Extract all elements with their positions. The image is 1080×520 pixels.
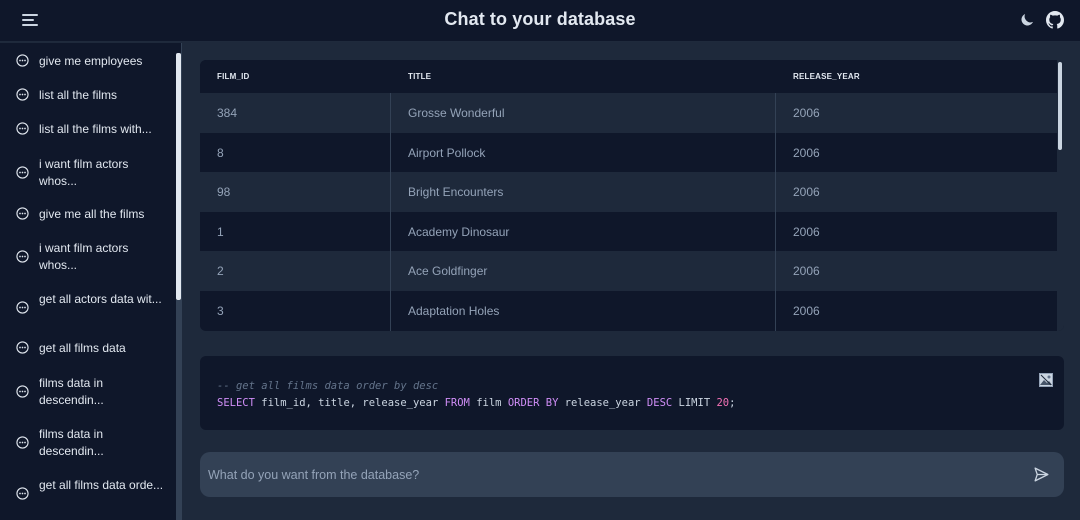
table-header: FILM_ID TITLE RELEASE_YEAR bbox=[200, 60, 1057, 93]
chat-bubble-icon bbox=[16, 301, 29, 314]
sql-limit-keyword: LIMIT bbox=[672, 397, 717, 409]
cell-film-id: 1 bbox=[217, 224, 224, 239]
column-divider bbox=[775, 93, 776, 331]
column-header-film-id[interactable]: FILM_ID bbox=[217, 72, 250, 81]
chat-bubble-icon bbox=[16, 436, 29, 449]
sql-table: film bbox=[469, 397, 508, 409]
chat-bubble-icon bbox=[16, 341, 29, 354]
chat-history-item[interactable]: i want film actors whos... bbox=[0, 155, 170, 196]
chat-history-item[interactable]: films data in descendin... bbox=[0, 374, 170, 415]
cell-title: Grosse Wonderful bbox=[408, 106, 505, 120]
prompt-input[interactable] bbox=[208, 452, 1008, 497]
sql-comment: -- get all films data order by desc bbox=[217, 380, 439, 392]
top-header: Chat to your database bbox=[0, 0, 1080, 42]
chat-bubble-icon bbox=[16, 88, 29, 101]
cell-release-year: 2006 bbox=[793, 224, 820, 239]
sql-keyword: FROM bbox=[444, 397, 470, 409]
table-scrollbar-thumb[interactable] bbox=[1058, 62, 1062, 150]
chat-history-item[interactable]: get all films data bbox=[0, 340, 170, 360]
chat-history-label: films data in descendin... bbox=[39, 427, 104, 458]
chat-history-label: i want film actors whos... bbox=[39, 241, 129, 272]
cell-film-id: 2 bbox=[217, 264, 224, 278]
table-row[interactable]: 2 Ace Goldfinger 2006 bbox=[200, 251, 1057, 291]
sidebar-scrollbar-thumb[interactable] bbox=[176, 53, 181, 300]
cell-title: Ace Goldfinger bbox=[408, 264, 488, 278]
chat-history-label: get all films data orde... bbox=[39, 478, 164, 492]
send-icon[interactable] bbox=[1033, 466, 1050, 483]
cell-release-year: 2006 bbox=[793, 185, 820, 199]
moon-icon[interactable] bbox=[1018, 11, 1036, 29]
cell-title: Airport Pollock bbox=[408, 145, 486, 160]
chat-history-label: list all the films bbox=[39, 88, 118, 102]
app-title: Chat to your database bbox=[444, 9, 636, 29]
sql-keyword: DESC bbox=[646, 397, 673, 409]
chat-history-item[interactable]: list all the films bbox=[0, 87, 170, 107]
table-row[interactable]: 384 Grosse Wonderful 2006 bbox=[200, 93, 1057, 133]
column-divider bbox=[390, 93, 391, 331]
sql-query: SELECT film_id, title, release_year FROM… bbox=[217, 397, 735, 409]
chat-history-item[interactable]: list all the films with... bbox=[0, 121, 170, 141]
sql-code-block: -- get all films data order by desc SELE… bbox=[200, 356, 1064, 430]
chat-bubble-icon bbox=[16, 54, 29, 67]
broken-image-icon[interactable] bbox=[1039, 373, 1053, 387]
table-row[interactable]: 8 Airport Pollock 2006 bbox=[200, 132, 1057, 172]
cell-title: Bright Encounters bbox=[408, 185, 504, 199]
chat-history-label: films data in descendin... bbox=[39, 376, 104, 407]
chat-history-item[interactable]: get all actors data wit... bbox=[0, 290, 170, 331]
chat-bubble-icon bbox=[16, 207, 29, 220]
chat-bubble-icon bbox=[16, 166, 29, 179]
cell-film-id: 384 bbox=[217, 106, 238, 120]
chat-history-item[interactable]: give me all the films bbox=[0, 206, 170, 226]
sql-terminator: ; bbox=[729, 397, 736, 409]
chat-bubble-icon bbox=[16, 385, 29, 398]
cell-film-id: 98 bbox=[217, 185, 231, 199]
prompt-box bbox=[200, 452, 1064, 497]
chat-history-label: i want film actors whos... bbox=[39, 157, 129, 188]
table-row[interactable]: 1 Academy Dinosaur 2006 bbox=[200, 211, 1057, 251]
sql-order-field: release_year bbox=[558, 397, 647, 409]
sql-fields: film_id, title, release_year bbox=[254, 397, 445, 409]
sql-number: 20 bbox=[716, 397, 730, 409]
chat-history-label: get all films data bbox=[39, 341, 126, 355]
cell-film-id: 3 bbox=[217, 303, 224, 318]
cell-film-id: 8 bbox=[217, 145, 224, 160]
sql-keyword: SELECT bbox=[217, 397, 255, 409]
cell-release-year: 2006 bbox=[793, 264, 820, 278]
table-row[interactable]: 3 Adaptation Holes 2006 bbox=[200, 290, 1057, 330]
cell-release-year: 2006 bbox=[793, 303, 820, 318]
chat-bubble-icon bbox=[16, 487, 29, 500]
column-header-title[interactable]: TITLE bbox=[408, 72, 431, 81]
table-row[interactable]: 98 Bright Encounters 2006 bbox=[200, 172, 1057, 212]
chat-bubble-icon bbox=[16, 250, 29, 263]
chat-history-label: give me employees bbox=[39, 54, 143, 68]
chat-history-label: get all actors data wit... bbox=[39, 292, 162, 306]
sql-keyword: ORDER BY bbox=[507, 397, 559, 409]
cell-release-year: 2006 bbox=[793, 145, 820, 160]
chat-history-item[interactable]: get all films data orde... bbox=[0, 476, 170, 517]
chat-history-label: give me all the films bbox=[39, 207, 145, 221]
results-table: FILM_ID TITLE RELEASE_YEAR 384 Grosse Won… bbox=[200, 60, 1064, 331]
cell-title: Adaptation Holes bbox=[408, 303, 500, 318]
sidebar-scrollbar-lower bbox=[176, 300, 181, 520]
cell-title: Academy Dinosaur bbox=[408, 224, 510, 239]
github-icon[interactable] bbox=[1046, 11, 1064, 29]
chat-bubble-icon bbox=[16, 122, 29, 135]
cell-release-year: 2006 bbox=[793, 106, 820, 120]
chat-history-label: list all the films with... bbox=[39, 122, 152, 136]
column-header-release-year[interactable]: RELEASE_YEAR bbox=[793, 72, 860, 81]
chat-history-item[interactable]: films data in descendin... bbox=[0, 425, 170, 466]
chat-history-sidebar: give me employees list all the films list … bbox=[0, 43, 182, 520]
chat-history-item[interactable]: i want film actors whos... bbox=[0, 239, 170, 280]
chat-history-item[interactable]: give me employees bbox=[0, 53, 170, 73]
